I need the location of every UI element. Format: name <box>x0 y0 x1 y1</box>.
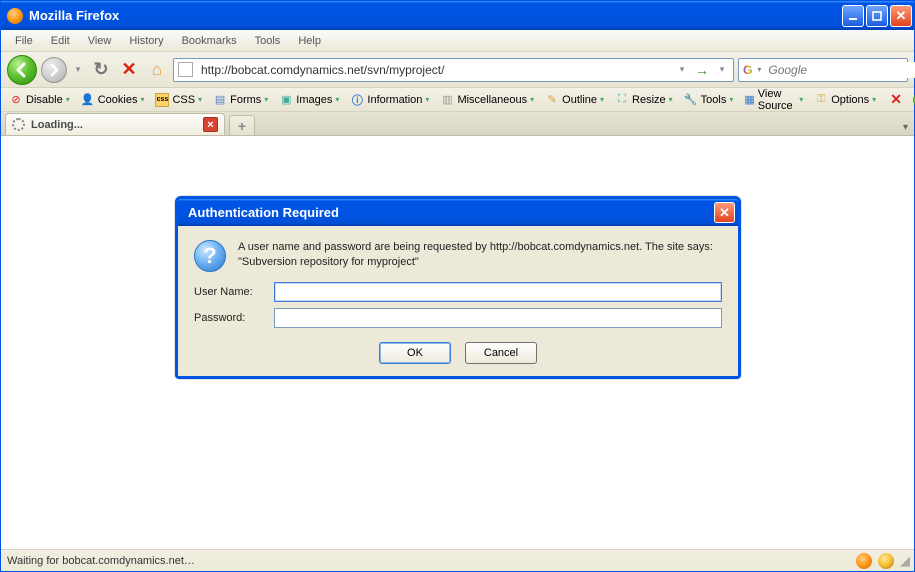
menu-file[interactable]: File <box>7 32 41 50</box>
dialog-titlebar[interactable]: Authentication Required ✕ <box>178 199 738 226</box>
tab-title: Loading... <box>31 119 83 131</box>
back-button[interactable] <box>7 55 37 85</box>
minimize-button[interactable] <box>842 5 864 27</box>
forward-button[interactable] <box>41 57 67 83</box>
dev-forms[interactable]: ▤Forms▾ <box>209 91 272 109</box>
stop-icon: ✕ <box>121 59 136 80</box>
search-bar[interactable]: G ▾ 🔍 <box>738 58 908 82</box>
page-icon <box>178 62 193 77</box>
new-tab-button[interactable]: + <box>229 115 255 135</box>
go-button[interactable]: → <box>695 62 709 78</box>
dialog-message: A user name and password are being reque… <box>238 240 722 272</box>
password-input[interactable] <box>274 308 722 328</box>
dialog-close-button[interactable]: ✕ <box>714 202 735 223</box>
close-window-button[interactable]: ✕ <box>890 5 912 27</box>
address-bar[interactable]: ▾ → ▾ <box>173 58 734 82</box>
url-history-dropdown[interactable]: ▾ <box>675 58 689 82</box>
source-icon: ▦ <box>744 93 754 107</box>
window-title: Mozilla Firefox <box>29 8 842 23</box>
nav-toolbar: ▾ ↻ ✕ ⌂ ▾ → ▾ G ▾ 🔍 <box>1 52 914 88</box>
info-icon: ⓘ <box>350 93 364 107</box>
pencil-icon: ✎ <box>545 93 559 107</box>
person-icon: 👤 <box>81 93 95 107</box>
resize-grip[interactable]: ◢ <box>900 553 908 569</box>
x-icon: ✕ <box>890 91 902 108</box>
home-icon: ⌂ <box>152 60 162 80</box>
home-button[interactable]: ⌂ <box>145 58 169 82</box>
wrench-icon: 🔧 <box>684 93 698 107</box>
loading-spinner-icon <box>12 118 25 131</box>
stop-button[interactable]: ✕ <box>117 58 141 82</box>
tab-bar: Loading... × + ▾ <box>1 112 914 136</box>
username-input[interactable] <box>274 282 722 302</box>
dev-error-indicator[interactable]: ✕ <box>886 89 906 110</box>
key-icon: ⚿ <box>814 93 828 107</box>
menu-bar: File Edit View History Bookmarks Tools H… <box>1 30 914 52</box>
menu-history[interactable]: History <box>121 32 171 50</box>
menu-view[interactable]: View <box>80 32 120 50</box>
tab-loading[interactable]: Loading... × <box>5 113 225 135</box>
ok-button[interactable]: OK <box>379 342 451 364</box>
resize-icon: ⛶ <box>615 93 629 107</box>
form-icon: ▤ <box>213 93 227 107</box>
status-bar: Waiting for bobcat.comdynamics.net… ◢ <box>1 549 914 571</box>
url-input[interactable] <box>199 62 669 78</box>
menu-tools[interactable]: Tools <box>247 32 289 50</box>
google-icon[interactable]: G <box>743 62 752 78</box>
dev-images[interactable]: ▣Images▾ <box>275 91 343 109</box>
dev-tools[interactable]: 🔧Tools▾ <box>680 91 738 109</box>
dev-miscellaneous[interactable]: ▥Miscellaneous▾ <box>436 91 538 109</box>
misc-icon: ▥ <box>440 93 454 107</box>
question-icon: ? <box>194 240 226 272</box>
window-titlebar: Mozilla Firefox ✕ <box>1 1 914 30</box>
status-text: Waiting for bobcat.comdynamics.net… <box>7 555 195 567</box>
menu-edit[interactable]: Edit <box>43 32 78 50</box>
dev-options[interactable]: ⚿Options▾ <box>810 91 880 109</box>
tab-list-dropdown[interactable]: ▾ <box>897 120 910 135</box>
reload-button[interactable]: ↻ <box>89 58 113 82</box>
dev-outline[interactable]: ✎Outline▾ <box>541 91 608 109</box>
dev-disable[interactable]: ⊘Disable▾ <box>5 91 74 109</box>
dev-ok-indicator[interactable]: ✓ <box>909 91 915 109</box>
image-icon: ▣ <box>279 93 293 107</box>
go-dropdown[interactable]: ▾ <box>715 58 729 82</box>
page-content: Authentication Required ✕ ? A user name … <box>1 136 914 549</box>
menu-bookmarks[interactable]: Bookmarks <box>174 32 245 50</box>
web-developer-toolbar: ⊘Disable▾ 👤Cookies▾ cssCSS▾ ▤Forms▾ ▣Ima… <box>1 88 914 112</box>
dev-resize[interactable]: ⛶Resize▾ <box>611 91 677 109</box>
css-icon: css <box>155 93 169 107</box>
maximize-button[interactable] <box>866 5 888 27</box>
dev-cookies[interactable]: 👤Cookies▾ <box>77 91 149 109</box>
cancel-button[interactable]: Cancel <box>465 342 537 364</box>
prohibit-icon: ⊘ <box>9 93 23 107</box>
username-label: User Name: <box>194 286 274 298</box>
reload-icon: ↻ <box>93 59 108 80</box>
search-input[interactable] <box>766 62 915 78</box>
history-dropdown-button[interactable]: ▾ <box>71 58 85 82</box>
authentication-dialog: Authentication Required ✕ ? A user name … <box>175 196 741 379</box>
firefox-icon <box>7 8 23 24</box>
dev-information[interactable]: ⓘInformation▾ <box>346 91 433 109</box>
password-label: Password: <box>194 312 274 324</box>
menu-help[interactable]: Help <box>290 32 329 50</box>
dialog-title: Authentication Required <box>188 205 339 220</box>
firebug-status-icon[interactable] <box>878 553 894 569</box>
firefox-status-icon[interactable] <box>856 553 872 569</box>
dev-css[interactable]: cssCSS▾ <box>151 91 206 109</box>
tab-close-button[interactable]: × <box>203 117 218 132</box>
dev-view-source[interactable]: ▦View Source▾ <box>740 86 807 114</box>
